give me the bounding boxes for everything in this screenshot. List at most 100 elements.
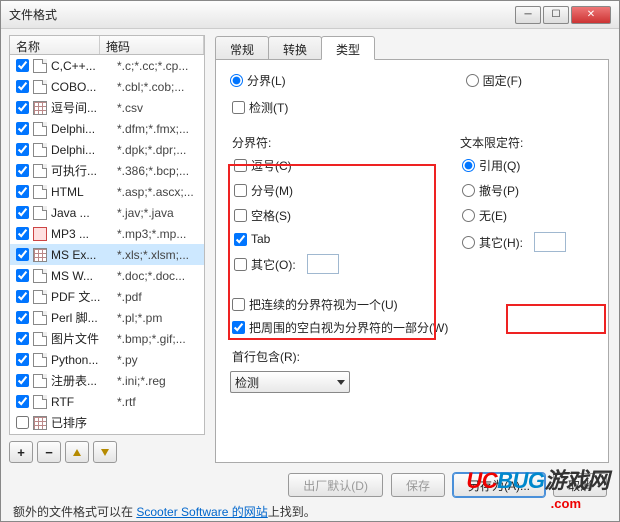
save-button[interactable]: 保存: [391, 473, 445, 497]
file-type-icon: [33, 353, 47, 367]
table-row[interactable]: 图片文件*.bmp;*.gif;...: [10, 328, 204, 349]
check-consecutive[interactable]: 把连续的分界符视为一个(U): [232, 296, 594, 313]
check-other-delim[interactable]: 其它(O):: [234, 254, 430, 274]
other-delim-input[interactable]: [307, 254, 339, 274]
radio-other-tq[interactable]: 其它(H):: [462, 232, 566, 252]
add-button[interactable]: +: [9, 441, 33, 463]
check-comma[interactable]: 逗号(C): [234, 157, 430, 174]
row-name: MS W...: [51, 269, 117, 283]
move-down-button[interactable]: [93, 441, 117, 463]
check-space[interactable]: 空格(S): [234, 207, 430, 224]
row-checkbox[interactable]: [16, 248, 29, 261]
row-mask: *.asp;*.ascx;...: [117, 185, 200, 199]
table-row[interactable]: MP3 ...*.mp3;*.mp...: [10, 223, 204, 244]
table-row[interactable]: Java ...*.jav;*.java: [10, 202, 204, 223]
row-mask: *.dpk;*.dpr;...: [117, 143, 200, 157]
row-mask: *.doc;*.doc...: [117, 269, 200, 283]
row-checkbox[interactable]: [16, 290, 29, 303]
row-checkbox[interactable]: [16, 80, 29, 93]
radio-delimited[interactable]: 分界(L): [230, 72, 286, 89]
table-row[interactable]: PDF 文...*.pdf: [10, 286, 204, 307]
row-checkbox[interactable]: [16, 227, 29, 240]
row-checkbox[interactable]: [16, 332, 29, 345]
remove-button[interactable]: −: [37, 441, 61, 463]
file-type-icon: [33, 269, 47, 283]
tab-convert[interactable]: 转换: [268, 36, 322, 60]
table-row[interactable]: HTML*.asp;*.ascx;...: [10, 181, 204, 202]
row-mask: *.py: [117, 353, 200, 367]
row-checkbox[interactable]: [16, 353, 29, 366]
radio-revoke[interactable]: 撤号(P): [462, 182, 566, 199]
col-mask[interactable]: 掩码: [100, 36, 204, 54]
factory-defaults-button[interactable]: 出厂默认(D): [288, 473, 383, 497]
radio-fixed-input[interactable]: [466, 74, 479, 87]
row-name: 逗号间...: [51, 99, 117, 116]
table-row[interactable]: MS Ex...*.xls;*.xlsm;...: [10, 244, 204, 265]
file-type-icon: [33, 227, 47, 241]
table-row[interactable]: COBO...*.cbl;*.cob;...: [10, 76, 204, 97]
maximize-button[interactable]: ☐: [543, 6, 569, 24]
text-qualifier-group: 文本限定符: 引用(Q) 撤号(P) 无(E) 其它(H):: [458, 128, 566, 282]
cancel-button[interactable]: 取消: [553, 473, 607, 497]
check-detect[interactable]: 检测(T): [232, 99, 594, 116]
minimize-button[interactable]: ─: [515, 6, 541, 24]
save-as-button[interactable]: 另存为(A)...: [453, 473, 545, 497]
row-checkbox[interactable]: [16, 416, 29, 429]
table-row[interactable]: Python...*.py: [10, 349, 204, 370]
row-checkbox[interactable]: [16, 164, 29, 177]
radio-quote[interactable]: 引用(Q): [462, 157, 566, 174]
row-checkbox[interactable]: [16, 269, 29, 282]
row-name: COBO...: [51, 80, 117, 94]
row-mask: *.xls;*.xlsm;...: [117, 248, 200, 262]
row-checkbox[interactable]: [16, 101, 29, 114]
row-name: Delphi...: [51, 122, 117, 136]
row-mode: 分界(L) 固定(F): [230, 72, 594, 89]
col-name[interactable]: 名称: [10, 36, 100, 54]
table-row[interactable]: Delphi...*.dpk;*.dpr;...: [10, 139, 204, 160]
move-up-button[interactable]: [65, 441, 89, 463]
row-checkbox[interactable]: [16, 185, 29, 198]
table-row[interactable]: 可执行...*.386;*.bcp;...: [10, 160, 204, 181]
row-checkbox[interactable]: [16, 122, 29, 135]
table-row[interactable]: Delphi...*.dfm;*.fmx;...: [10, 118, 204, 139]
close-button[interactable]: ✕: [571, 6, 611, 24]
row-name: 可执行...: [51, 162, 117, 179]
row-mask: *.mp3;*.mp...: [117, 227, 200, 241]
text-qualifier-title: 文本限定符:: [460, 134, 566, 151]
scooter-link[interactable]: Scooter Software 的网站: [136, 505, 267, 519]
row-mask: *.c;*.cc;*.cp...: [117, 59, 200, 73]
table-row[interactable]: 注册表...*.ini;*.reg: [10, 370, 204, 391]
firstline-select[interactable]: 检测: [230, 371, 350, 393]
window-title: 文件格式: [9, 6, 515, 23]
file-type-icon: [33, 374, 47, 388]
check-tab[interactable]: Tab: [234, 232, 430, 246]
row-checkbox[interactable]: [16, 206, 29, 219]
table-row[interactable]: 已排序: [10, 412, 204, 433]
radio-delimited-input[interactable]: [230, 74, 243, 87]
row-checkbox[interactable]: [16, 374, 29, 387]
titlebar: 文件格式 ─ ☐ ✕: [1, 1, 619, 29]
row-checkbox[interactable]: [16, 143, 29, 156]
table-row[interactable]: RTF*.rtf: [10, 391, 204, 412]
row-checkbox[interactable]: [16, 59, 29, 72]
table-row[interactable]: Perl 脚...*.pl;*.pm: [10, 307, 204, 328]
tab-general[interactable]: 常规: [215, 36, 269, 60]
footer-buttons: 出厂默认(D) 保存 另存为(A)... 取消: [13, 473, 607, 497]
file-format-list[interactable]: C,C++...*.c;*.cc;*.cp...COBO...*.cbl;*.c…: [9, 55, 205, 435]
table-row[interactable]: 逗号间...*.csv: [10, 97, 204, 118]
radio-fixed[interactable]: 固定(F): [466, 72, 522, 89]
table-row[interactable]: C,C++...*.c;*.cc;*.cp...: [10, 55, 204, 76]
file-type-icon: [33, 290, 47, 304]
radio-none[interactable]: 无(E): [462, 207, 566, 224]
check-semicolon[interactable]: 分号(M): [234, 182, 430, 199]
row-mask: *.dfm;*.fmx;...: [117, 122, 200, 136]
table-row[interactable]: MS W...*.doc;*.doc...: [10, 265, 204, 286]
check-detect-input[interactable]: [232, 101, 245, 114]
tab-type[interactable]: 类型: [321, 36, 375, 60]
row-name: 已排序: [51, 414, 117, 431]
check-trim-blank[interactable]: 把周围的空白视为分界符的一部分(W): [232, 319, 594, 336]
row-checkbox[interactable]: [16, 311, 29, 324]
row-checkbox[interactable]: [16, 395, 29, 408]
other-tq-input[interactable]: [534, 232, 566, 252]
arrow-down-icon: [101, 449, 109, 456]
